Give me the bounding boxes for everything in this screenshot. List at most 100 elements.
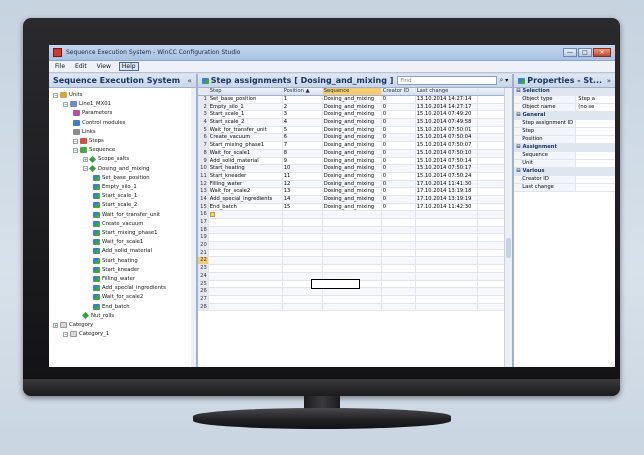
table-cell[interactable]: 0: [382, 188, 416, 195]
table-row[interactable]: 12 Filling_water 12 Dosing_and_mixing 0 17.10…: [197, 180, 505, 189]
table-row[interactable]: 5 Wait_for_transfer_unit 5 Dosing_and_mixin…: [197, 126, 505, 135]
row-number[interactable]: 26: [197, 288, 209, 295]
table-cell[interactable]: [209, 295, 283, 303]
table-cell[interactable]: 3: [283, 111, 323, 119]
tree-node[interactable]: − Units: [53, 91, 83, 99]
table-cell[interactable]: [382, 288, 416, 295]
collapse-category-icon[interactable]: ⊟: [516, 144, 520, 151]
table-cell[interactable]: [283, 288, 323, 295]
table-cell[interactable]: [209, 280, 283, 288]
expand-toggle-icon[interactable]: +: [53, 322, 58, 328]
table-cell[interactable]: Dosing_and_mixing: [323, 111, 382, 119]
row-number[interactable]: 15: [197, 203, 209, 211]
table-cell[interactable]: Dosing_and_mixing: [323, 126, 382, 134]
table-cell[interactable]: 13.10.2014 14:27:17: [416, 103, 478, 111]
table-cell[interactable]: 11: [283, 172, 323, 180]
tree-node[interactable]: Links: [73, 128, 96, 136]
row-number[interactable]: 27: [197, 295, 209, 303]
table-cell[interactable]: [209, 265, 283, 272]
property-value[interactable]: [576, 160, 615, 167]
tree-node[interactable]: Add_solid_material: [93, 247, 152, 255]
table-row[interactable]: 6 Create_vacuum 6 Dosing_and_mixing 0 15.10.2…: [197, 134, 505, 143]
row-number[interactable]: 3: [197, 111, 209, 119]
row-number[interactable]: 4: [197, 119, 209, 126]
table-cell[interactable]: Start_scale_2: [209, 119, 283, 126]
table-cell[interactable]: 0: [382, 142, 416, 149]
tree-node[interactable]: Wait_for_transfer_unit: [93, 211, 160, 219]
table-row[interactable]: 22: [197, 257, 505, 266]
table-cell[interactable]: 0: [382, 180, 416, 188]
row-number[interactable]: 14: [197, 195, 209, 203]
table-cell[interactable]: [416, 303, 478, 311]
close-button[interactable]: ✕: [593, 48, 611, 57]
table-cell[interactable]: [209, 272, 283, 280]
table-cell[interactable]: 15: [283, 203, 323, 211]
tree-node[interactable]: Start_mixing_phase1: [93, 229, 158, 237]
property-category[interactable]: ⊟ Various: [514, 168, 615, 176]
tree-node[interactable]: Start_scale_2: [93, 201, 137, 209]
table-cell[interactable]: [416, 265, 478, 272]
table-cell[interactable]: [283, 249, 323, 257]
table-cell[interactable]: End_batch: [209, 203, 283, 211]
table-cell[interactable]: [209, 303, 283, 311]
row-number[interactable]: 9: [197, 157, 209, 165]
table-cell[interactable]: [382, 303, 416, 311]
table-cell[interactable]: [323, 288, 382, 295]
tree-node[interactable]: − Steps: [73, 137, 104, 145]
tree-node[interactable]: − Sequence: [73, 146, 115, 154]
table-cell[interactable]: [382, 257, 416, 265]
column-header[interactable]: Sequence: [322, 88, 382, 95]
table-cell[interactable]: [416, 257, 478, 265]
tree-node[interactable]: Wait_for_scale2: [93, 293, 143, 301]
tree-node[interactable]: Add_special_ingredients: [93, 284, 166, 292]
menu-edit[interactable]: Edit: [73, 63, 89, 70]
expand-toggle-icon[interactable]: −: [63, 331, 68, 337]
table-cell[interactable]: Set_base_position: [209, 96, 283, 103]
table-cell[interactable]: Start_mixing_phase1: [209, 142, 283, 149]
table-cell[interactable]: 15.10.2014 07:50:04: [416, 134, 478, 142]
table-cell[interactable]: 17.10.2014 11:42:30: [416, 203, 478, 211]
table-cell[interactable]: [382, 295, 416, 303]
tree-node[interactable]: Start_kneader: [93, 266, 139, 274]
table-cell[interactable]: 0: [382, 119, 416, 126]
tree-scrollbar[interactable]: [190, 88, 196, 367]
table-cell[interactable]: [283, 303, 323, 311]
table-row[interactable]: 26: [197, 288, 505, 296]
table-row[interactable]: 11 Start_kneader 11 Dosing_and_mixing 0 15.10…: [197, 172, 505, 181]
table-cell[interactable]: Start_heating: [209, 165, 283, 172]
expand-toggle-icon[interactable]: −: [73, 147, 78, 153]
table-cell[interactable]: 0: [382, 149, 416, 157]
property-category[interactable]: ⊟ Assignment: [514, 144, 615, 152]
table-cell[interactable]: [209, 242, 283, 249]
row-number[interactable]: 10: [197, 165, 209, 172]
table-cell[interactable]: 15.10.2014 07:50:10: [416, 149, 478, 157]
find-input[interactable]: Find: [397, 76, 498, 85]
tree-node[interactable]: Parameters: [73, 109, 112, 117]
table-row[interactable]: 8 Wait_for_scale1 8 Dosing_and_mixing 0 15.10…: [197, 149, 505, 158]
table-cell[interactable]: Dosing_and_mixing: [323, 142, 382, 149]
table-cell[interactable]: 0: [382, 172, 416, 180]
table-cell[interactable]: 15.10.2014 07:50:07: [416, 142, 478, 149]
table-row[interactable]: 13 Wait_for_scale2 13 Dosing_and_mixing 0 17.…: [197, 188, 505, 196]
table-cell[interactable]: [283, 226, 323, 234]
expand-toggle-icon[interactable]: −: [73, 138, 78, 144]
table-cell[interactable]: 10: [283, 165, 323, 172]
table-cell[interactable]: 7: [283, 142, 323, 149]
table-cell[interactable]: [416, 288, 478, 295]
table-row[interactable]: 19: [197, 234, 505, 243]
table-cell[interactable]: [382, 249, 416, 257]
property-value[interactable]: [576, 176, 615, 183]
table-cell[interactable]: 17.10.2014 13:19:18: [416, 188, 478, 195]
property-value[interactable]: (no se: [576, 104, 615, 111]
table-row[interactable]: 9 Add_solid_material 9 Dosing_and_mixing 0 15…: [197, 157, 505, 166]
tree-node[interactable]: Control modules: [73, 119, 125, 127]
tree-node[interactable]: Create_vacuum: [93, 220, 143, 228]
table-cell[interactable]: [323, 265, 382, 272]
row-number[interactable]: 28: [197, 303, 209, 311]
property-value[interactable]: [576, 184, 615, 191]
table-cell[interactable]: [416, 249, 478, 257]
table-cell[interactable]: 17.10.2014 11:41:30: [416, 180, 478, 188]
table-cell[interactable]: 9: [283, 157, 323, 165]
table-cell[interactable]: Dosing_and_mixing: [323, 157, 382, 165]
table-cell[interactable]: [416, 280, 478, 288]
